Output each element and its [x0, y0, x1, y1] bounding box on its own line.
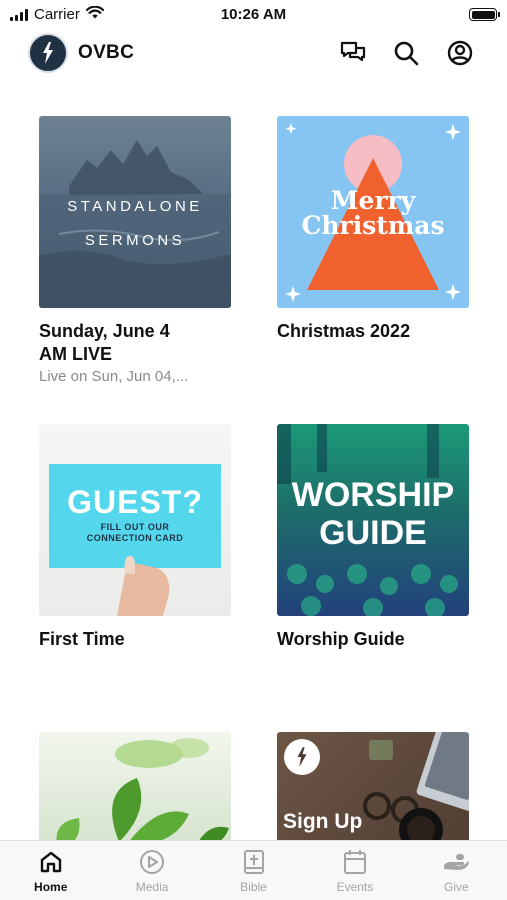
content-card-christmas[interactable]: Merry Christmas Christmas 2022: [277, 116, 469, 343]
card-thumbnail: [39, 732, 231, 840]
chat-icon[interactable]: [339, 39, 367, 67]
card-thumbnail: STANDALONE SERMONS: [39, 116, 231, 308]
content-card-plant[interactable]: [39, 732, 231, 840]
card-thumbnail: Merry Christmas: [277, 116, 469, 308]
status-bar: Carrier 10:26 AM: [0, 0, 507, 30]
tab-bar: Home Media Bible Events Give: [0, 840, 507, 900]
tab-give[interactable]: Give: [406, 841, 507, 900]
content-grid: STANDALONE SERMONS Sunday, June 4 AM LIV…: [0, 116, 507, 840]
content-card-sign-up[interactable]: Sign Up: [277, 732, 469, 840]
bible-icon: [240, 849, 268, 875]
tab-home[interactable]: Home: [0, 841, 101, 900]
card-title: Sunday, June 4 AM LIVE: [39, 321, 170, 364]
app-title: OVBC: [78, 42, 135, 63]
thumb-text: Sign Up: [283, 810, 363, 833]
thumb-text: STANDALONE SERMONS: [67, 198, 203, 249]
card-thumbnail: WORSHIP GUIDE: [277, 424, 469, 616]
card-title: Christmas 2022: [277, 321, 411, 341]
church-logo[interactable]: [28, 33, 68, 73]
play-circle-icon: [138, 849, 166, 875]
card-thumbnail: GUEST? FILL OUT OUR CONNECTION CARD: [39, 424, 231, 616]
content-card-sunday-live[interactable]: STANDALONE SERMONS Sunday, June 4 AM LIV…: [39, 116, 231, 385]
content-card-worship-guide[interactable]: WORSHIP GUIDE Worship Guide: [277, 424, 469, 651]
give-icon: [442, 849, 470, 875]
battery-icon: [469, 8, 500, 21]
status-time: 10:26 AM: [220, 6, 287, 23]
thumb-text: WORSHIP GUIDE: [291, 476, 455, 552]
church-logo-small: [284, 739, 320, 775]
tab-media[interactable]: Media: [101, 841, 202, 900]
tab-events[interactable]: Events: [304, 841, 405, 900]
calendar-icon: [341, 849, 369, 875]
app-header: OVBC: [0, 30, 507, 76]
thumb-text: Merry Christmas: [301, 186, 445, 240]
home-icon: [37, 849, 65, 875]
card-title: First Time: [39, 629, 125, 649]
content-card-first-time[interactable]: GUEST? FILL OUT OUR CONNECTION CARD Firs…: [39, 424, 231, 651]
card-thumbnail: Sign Up: [277, 732, 469, 840]
hand-image: [117, 555, 170, 616]
search-icon[interactable]: [392, 39, 420, 67]
account-icon[interactable]: [446, 39, 474, 67]
tab-label: Home: [34, 880, 68, 894]
tab-label: Media: [135, 880, 169, 894]
plant-image: [56, 738, 229, 840]
tab-label: Bible: [240, 880, 267, 894]
card-title: Worship Guide: [277, 629, 405, 649]
card-subtitle: Live on Sun, Jun 04,...: [39, 368, 189, 385]
tab-bible[interactable]: Bible: [203, 841, 304, 900]
tab-label: Events: [336, 880, 374, 894]
tab-label: Give: [443, 880, 469, 894]
